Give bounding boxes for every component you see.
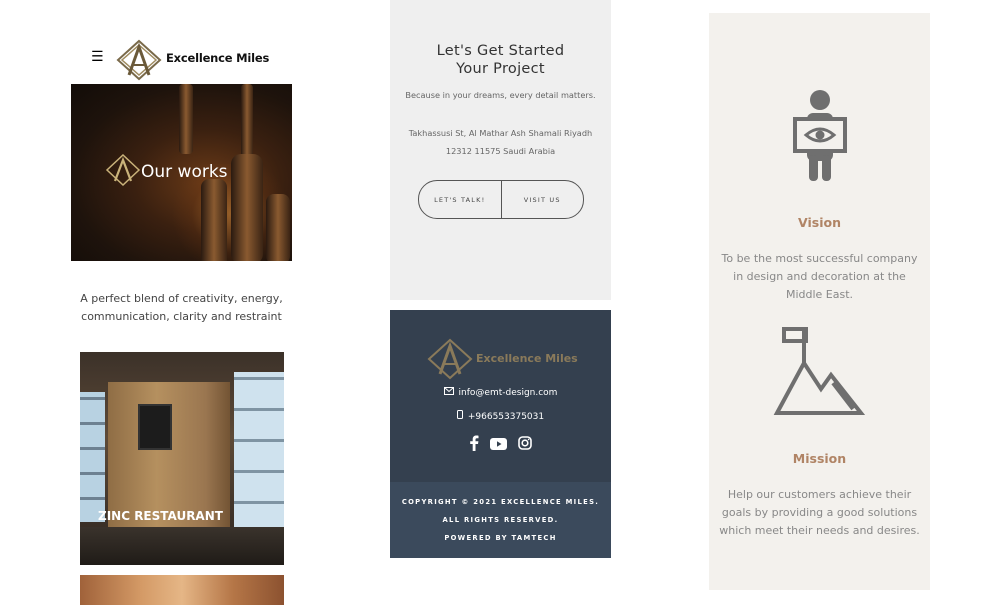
cta-title-line2: Your Project [456,61,545,77]
address-line2: 12312 11575 Saudi Arabia [445,146,556,156]
project-title: ZINC RESTAURANT [98,509,223,523]
hero-bottle-decoration [231,154,263,261]
visit-us-button[interactable]: VISIT US [500,181,584,218]
vision-title: Vision [798,215,841,230]
cta-title: Let's Get Started Your Project [390,42,611,78]
project-photo-detail [80,527,284,565]
phone-row[interactable]: +966553375031 [390,410,611,422]
hamburger-icon[interactable]: ☰ [91,50,104,64]
mobile-home-column: ☰ Excellence Miles Our works A perfect b… [71,0,292,605]
project-photo-detail [234,372,284,532]
project-card[interactable] [80,575,284,605]
intro-tagline: A perfect blend of creativity, energy, c… [80,292,283,323]
top-navbar: ☰ Excellence Miles [71,36,292,84]
hero-title: Our works [141,162,228,182]
copyright-bar: COPYRIGHT © 2021 EXCELLENCE MILES. ALL R… [390,482,611,558]
address-line1: Takhassusi St, Al Mathar Ash Shamali Riy… [408,128,593,138]
hero-bottle-decoration [179,84,193,154]
youtube-icon[interactable] [490,435,507,454]
facebook-icon[interactable] [469,435,479,455]
cta-title-line1: Let's Get Started [436,43,565,59]
address: Takhassusi St, Al Mathar Ash Shamali Riy… [390,124,611,160]
contact-column: Let's Get Started Your Project Because i… [390,0,611,600]
cta-subtitle: Because in your dreams, every detail mat… [405,90,596,100]
footer-logo-icon[interactable] [426,338,474,380]
brand-logo-icon[interactable] [115,39,163,81]
powered-by-link[interactable]: POWERED BY TAMTECH [390,529,611,547]
phone-link[interactable]: +966553375031 [468,412,544,422]
hero-bottle-decoration [241,84,253,164]
vision-text: To be the most successful company in des… [721,252,918,301]
project-photo-detail [80,392,105,522]
email-row[interactable]: info@emt-design.com [390,387,611,398]
instagram-icon[interactable] [518,435,532,454]
social-links [390,434,611,455]
vision-icon [793,90,847,181]
lets-talk-button[interactable]: LET'S TALK! [419,181,501,218]
copyright-line2: ALL RIGHTS RESERVED. [442,516,559,524]
hero-bottle-decoration [266,194,290,261]
vision-mission-column: Vision To be the most successful company… [709,13,930,590]
copyright-line1: COPYRIGHT © 2021 EXCELLENCE MILES. [401,498,600,506]
cta-section: Let's Get Started Your Project Because i… [390,0,611,300]
hero-logo-icon [105,154,141,186]
brand-name[interactable]: Excellence Miles [166,51,269,65]
hero-banner: Our works [71,84,292,261]
footer-brand-name: Excellence Miles [476,352,578,365]
site-footer: Excellence Miles info@emt-design.com +96… [390,310,611,558]
hero-bottle-decoration [201,179,227,261]
envelope-icon [443,387,454,398]
project-card-zinc-restaurant[interactable]: ZINC RESTAURANT [80,352,284,565]
mobile-phone-icon [456,410,463,422]
mission-text: Help our customers achieve their goals b… [719,488,920,537]
cta-button-group: LET'S TALK! VISIT US [418,180,584,219]
email-link[interactable]: info@emt-design.com [459,388,558,398]
project-photo-detail [138,404,172,450]
mountain-flag-icon [773,327,865,415]
mission-title: Mission [792,451,847,466]
